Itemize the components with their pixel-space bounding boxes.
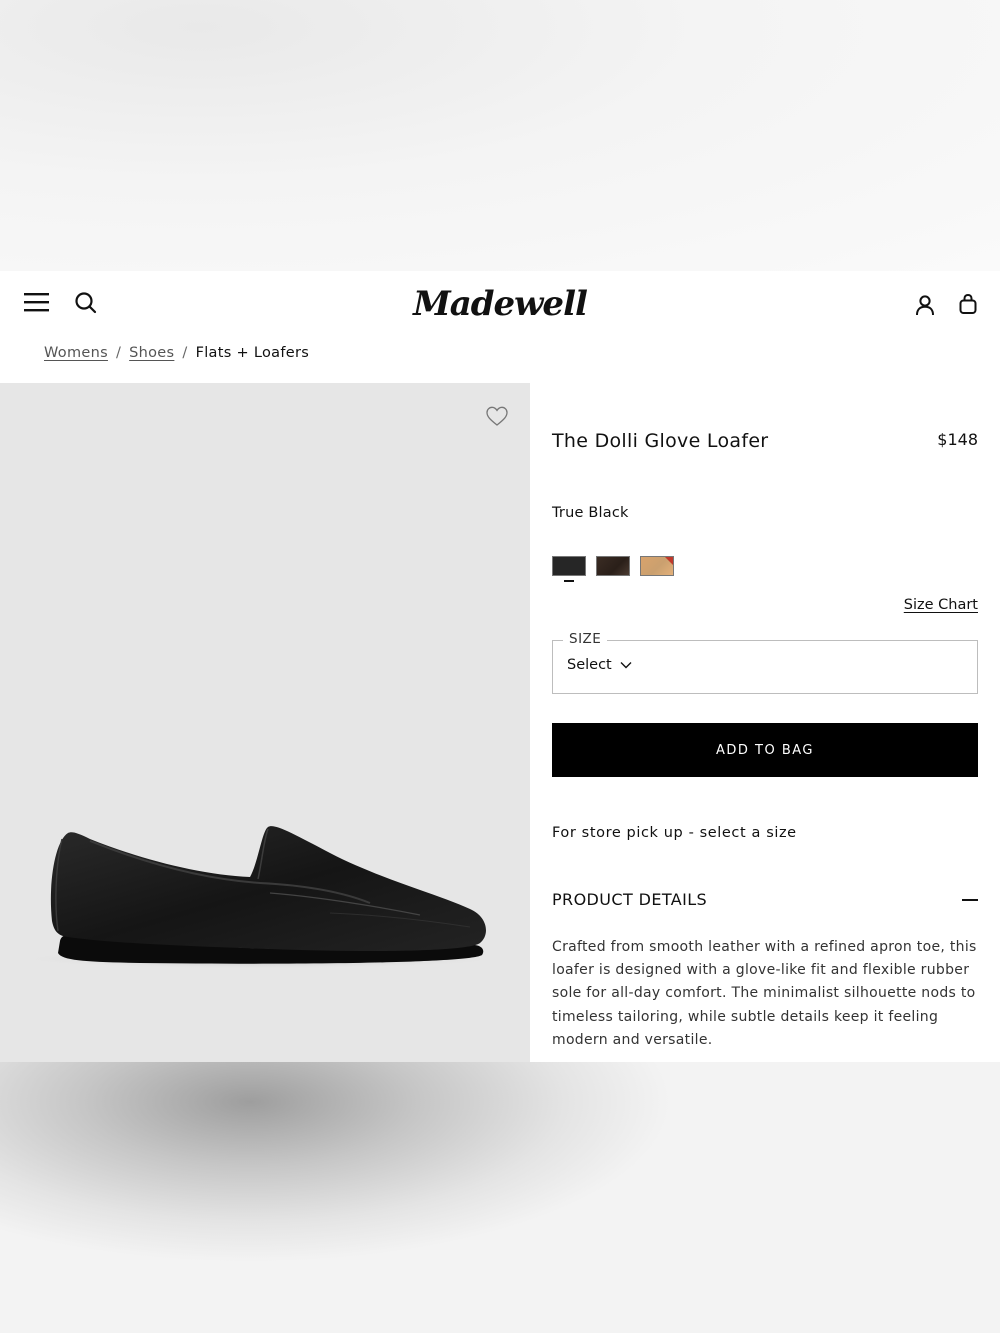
store-pickup-text: For store pick up - select a size: [552, 825, 797, 841]
site-header: Madewell: [0, 271, 1000, 335]
size-select-field[interactable]: SIZE Select: [552, 631, 978, 694]
breadcrumb-link-womens[interactable]: Womens: [44, 345, 108, 361]
product-details-toggle[interactable]: PRODUCT DETAILS: [552, 890, 978, 909]
heart-icon[interactable]: [485, 405, 509, 427]
breadcrumb: Womens / Shoes / Flats + Loafers: [44, 345, 309, 361]
swatch-tan[interactable]: [640, 556, 674, 576]
swatch-true-black[interactable]: [552, 556, 586, 576]
product-image-gallery[interactable]: [0, 383, 530, 1062]
breadcrumb-separator: /: [115, 345, 122, 361]
selected-color-name: True Black: [552, 505, 629, 521]
background-top: [0, 0, 1000, 271]
hamburger-menu-icon[interactable]: [24, 291, 50, 313]
product-title: The Dolli Glove Loafer: [552, 430, 769, 452]
size-dropdown[interactable]: Select: [567, 657, 632, 673]
swatch-dark-brown[interactable]: [596, 556, 630, 576]
chevron-down-icon: [620, 662, 632, 669]
breadcrumb-separator: /: [182, 345, 188, 361]
product-info-panel: The Dolli Glove Loafer $148 True Black S…: [552, 383, 978, 1062]
product-details-description: Crafted from smooth leather with a refin…: [552, 939, 977, 1048]
loafer-product-image: [10, 826, 510, 969]
collapse-minus-icon[interactable]: [962, 898, 978, 901]
breadcrumb-current: Flats + Loafers: [195, 345, 310, 361]
breadcrumb-link-shoes[interactable]: Shoes: [129, 345, 174, 361]
size-dropdown-value: Select: [567, 657, 612, 673]
size-chart-link[interactable]: Size Chart: [904, 597, 978, 613]
size-field-label: SIZE: [563, 631, 608, 647]
account-icon[interactable]: [914, 294, 936, 316]
product-details-title: PRODUCT DETAILS: [552, 890, 708, 909]
selected-swatch-indicator: [564, 580, 574, 582]
add-to-bag-button[interactable]: ADD TO BAG: [552, 723, 978, 777]
madewell-logo[interactable]: Madewell: [400, 279, 600, 329]
shopping-bag-icon[interactable]: [957, 293, 979, 315]
product-page: Madewell Womens / Shoes / Flats + Loafer…: [0, 271, 1000, 1062]
background-bottom: [0, 1062, 1000, 1333]
search-icon[interactable]: [74, 291, 98, 315]
product-price: $148: [937, 430, 978, 449]
color-swatches: [552, 556, 674, 582]
